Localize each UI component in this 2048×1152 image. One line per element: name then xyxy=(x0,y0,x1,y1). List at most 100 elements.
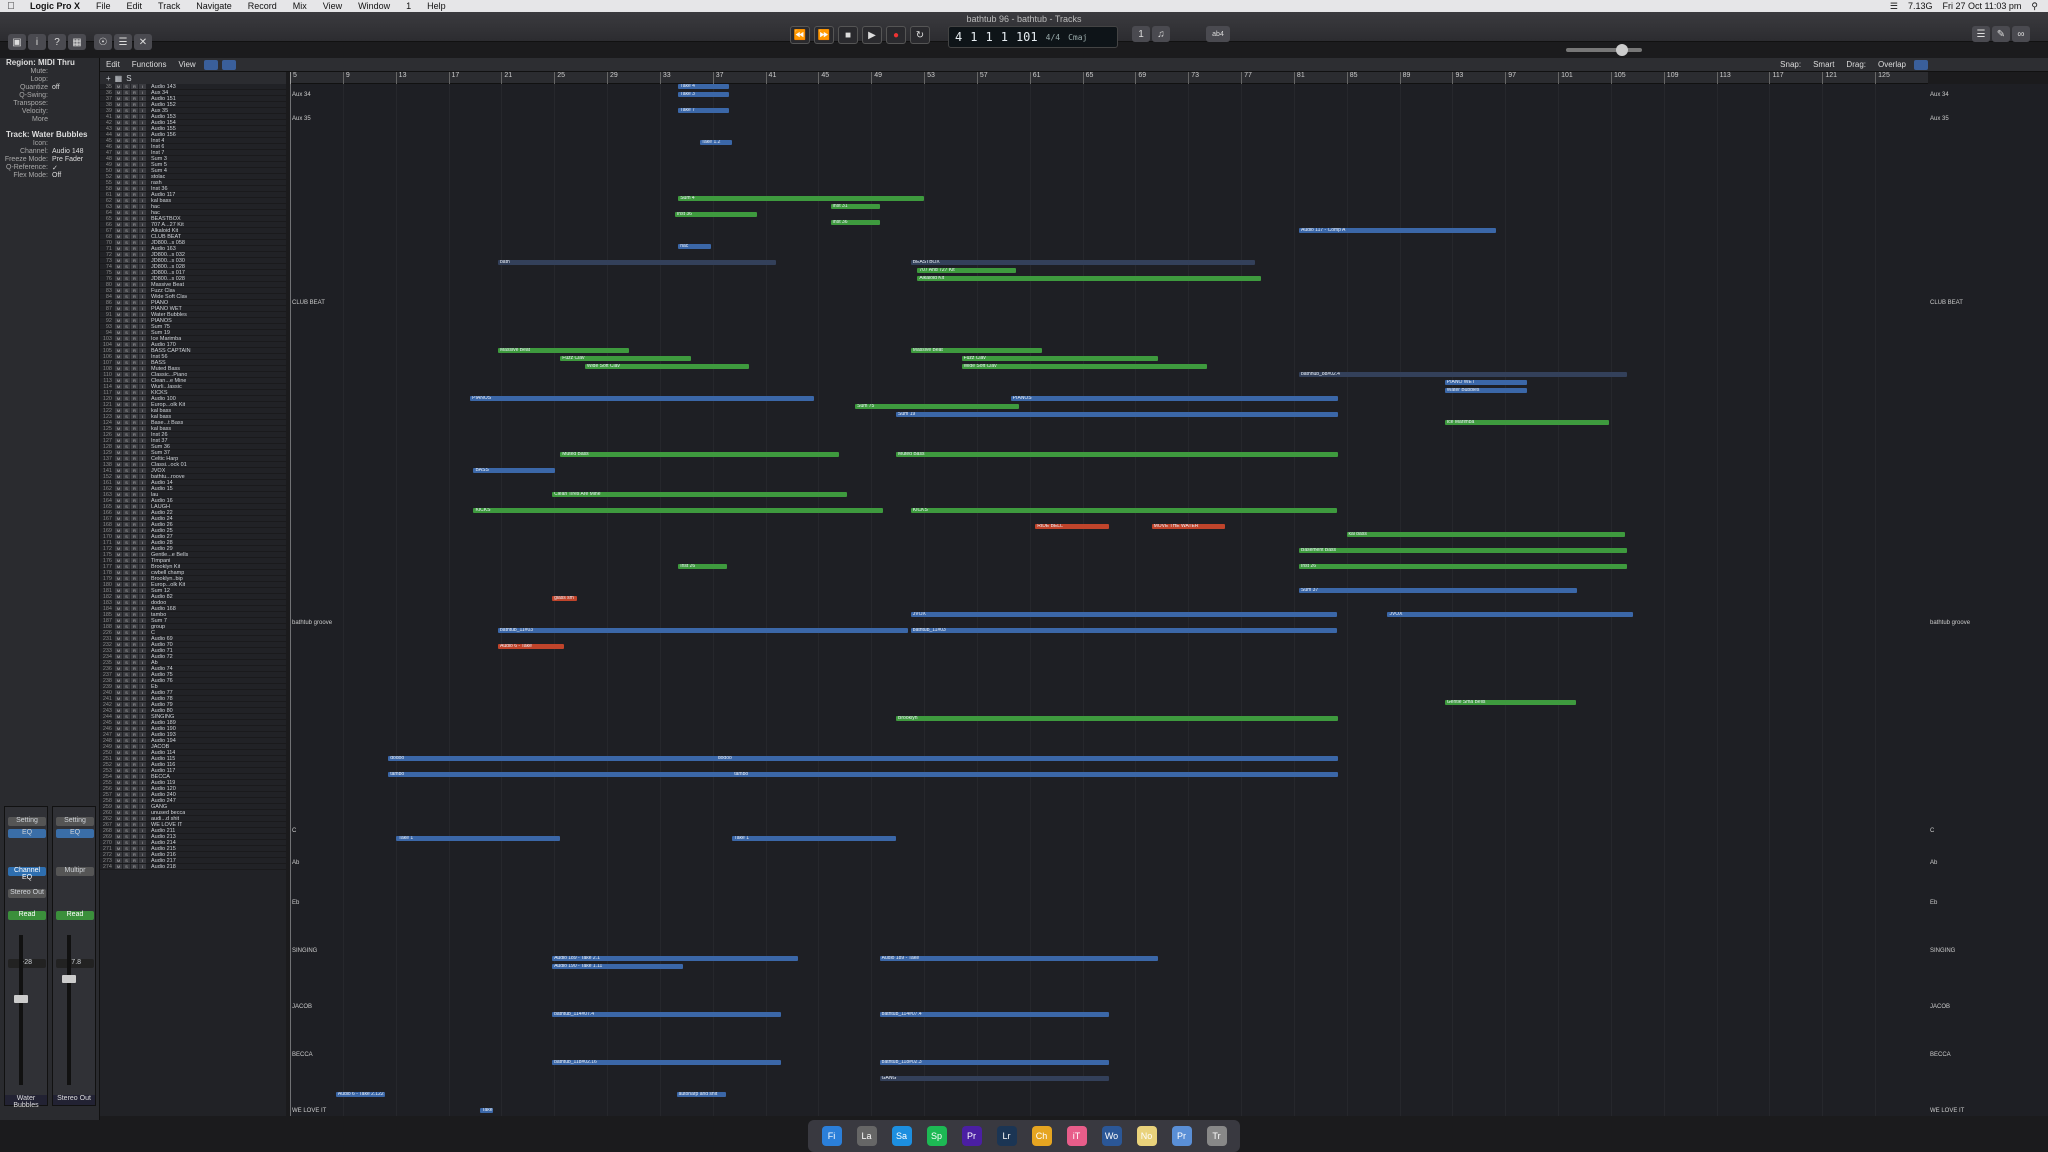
track-header[interactable]: 274 M S R I Audio 218 xyxy=(100,864,286,870)
track-s-button[interactable]: S xyxy=(123,294,130,299)
track-r-button[interactable]: R xyxy=(131,588,138,593)
region[interactable]: Audio 189 - Take 2.1 xyxy=(552,956,798,961)
track-m-button[interactable]: M xyxy=(115,630,122,635)
track-i-button[interactable]: I xyxy=(139,330,146,335)
region[interactable]: Muted Bass xyxy=(560,452,839,457)
zoom-icon[interactable] xyxy=(1914,59,1928,70)
track-m-button[interactable]: M xyxy=(115,588,122,593)
track-m-button[interactable]: M xyxy=(115,150,122,155)
track-s-button[interactable]: S xyxy=(123,144,130,149)
track-m-button[interactable]: M xyxy=(115,144,122,149)
track-i-button[interactable]: I xyxy=(139,834,146,839)
track-m-button[interactable]: M xyxy=(115,708,122,713)
track-s-button[interactable]: S xyxy=(123,282,130,287)
region[interactable]: Inst 26 xyxy=(1299,564,1627,569)
track-s-button[interactable]: S xyxy=(123,774,130,779)
track-s-button[interactable]: S xyxy=(123,444,130,449)
region[interactable]: 707 And 727 Kit xyxy=(917,268,1016,273)
track-s-button[interactable]: S xyxy=(123,660,130,665)
track-r-button[interactable]: R xyxy=(131,666,138,671)
region[interactable]: BEASTBOX xyxy=(910,260,1255,265)
menu-item[interactable]: Window xyxy=(350,1,398,11)
track-r-button[interactable]: R xyxy=(131,390,138,395)
track-r-button[interactable]: R xyxy=(131,834,138,839)
track-r-button[interactable]: R xyxy=(131,858,138,863)
track-s-button[interactable]: S xyxy=(123,438,130,443)
track-r-button[interactable]: R xyxy=(131,252,138,257)
track-i-button[interactable]: I xyxy=(139,510,146,515)
track-r-button[interactable]: R xyxy=(131,336,138,341)
track-i-button[interactable]: I xyxy=(139,438,146,443)
track-i-button[interactable]: I xyxy=(139,144,146,149)
track-m-button[interactable]: M xyxy=(115,684,122,689)
track-i-button[interactable]: I xyxy=(139,264,146,269)
track-m-button[interactable]: M xyxy=(115,114,122,119)
track-m-button[interactable]: M xyxy=(115,420,122,425)
track-m-button[interactable]: M xyxy=(115,744,122,749)
track-r-button[interactable]: R xyxy=(131,408,138,413)
track-i-button[interactable]: I xyxy=(139,156,146,161)
track-r-button[interactable]: R xyxy=(131,396,138,401)
track-m-button[interactable]: M xyxy=(115,594,122,599)
track-s-button[interactable]: S xyxy=(123,690,130,695)
track-i-button[interactable]: I xyxy=(139,762,146,767)
track-r-button[interactable]: R xyxy=(131,456,138,461)
track-s-button[interactable]: S xyxy=(123,426,130,431)
metronome-button[interactable]: ♫ xyxy=(1152,26,1170,42)
track-r-button[interactable]: R xyxy=(131,570,138,575)
catch-icon[interactable] xyxy=(221,59,236,70)
inspector-button[interactable]: i xyxy=(28,34,46,50)
inspector-param[interactable]: Flex Mode: Off xyxy=(0,172,99,180)
track-s-button[interactable]: S xyxy=(123,756,130,761)
track-r-button[interactable]: R xyxy=(131,498,138,503)
track-m-button[interactable]: M xyxy=(115,792,122,797)
track-s-button[interactable]: S xyxy=(123,714,130,719)
track-i-button[interactable]: I xyxy=(139,204,146,209)
track-r-button[interactable]: R xyxy=(131,774,138,779)
track-m-button[interactable]: M xyxy=(115,504,122,509)
track-i-button[interactable]: I xyxy=(139,600,146,605)
track-m-button[interactable]: M xyxy=(115,762,122,767)
track-s-button[interactable]: S xyxy=(123,498,130,503)
track-s-button[interactable]: S xyxy=(123,612,130,617)
track-m-button[interactable]: M xyxy=(115,312,122,317)
track-r-button[interactable]: R xyxy=(131,108,138,113)
track-m-button[interactable]: M xyxy=(115,126,122,131)
track-m-button[interactable]: M xyxy=(115,234,122,239)
track-r-button[interactable]: R xyxy=(131,384,138,389)
track-r-button[interactable]: R xyxy=(131,516,138,521)
track-i-button[interactable]: I xyxy=(139,246,146,251)
track-r-button[interactable]: R xyxy=(131,120,138,125)
track-m-button[interactable]: M xyxy=(115,528,122,533)
track-s-button[interactable]: S xyxy=(123,252,130,257)
track-s-button[interactable]: S xyxy=(123,228,130,233)
track-m-button[interactable]: M xyxy=(115,366,122,371)
track-i-button[interactable]: I xyxy=(139,450,146,455)
track-m-button[interactable]: M xyxy=(115,660,122,665)
track-m-button[interactable]: M xyxy=(115,810,122,815)
track-r-button[interactable]: R xyxy=(131,156,138,161)
dock-app-icon[interactable]: Tr xyxy=(1206,1126,1227,1146)
editors-button[interactable]: ✕ xyxy=(134,34,152,50)
track-r-button[interactable]: R xyxy=(131,150,138,155)
track-i-button[interactable]: I xyxy=(139,840,146,845)
track-m-button[interactable]: M xyxy=(115,270,122,275)
region[interactable]: Inst 36 xyxy=(674,212,757,217)
forward-button[interactable]: ⏩ xyxy=(814,26,834,44)
track-s-button[interactable]: S xyxy=(123,840,130,845)
track-s-button[interactable]: S xyxy=(123,456,130,461)
track-i-button[interactable]: I xyxy=(139,822,146,827)
inspector-param[interactable]: Loop: xyxy=(0,76,99,84)
track-r-button[interactable]: R xyxy=(131,504,138,509)
track-m-button[interactable]: M xyxy=(115,120,122,125)
track-r-button[interactable]: R xyxy=(131,786,138,791)
track-i-button[interactable]: I xyxy=(139,228,146,233)
lcd-display[interactable]: 4 1 1 1 101 4/4 Cmaj xyxy=(948,26,1118,48)
menu-item[interactable]: Mix xyxy=(285,1,315,11)
track-m-button[interactable]: M xyxy=(115,246,122,251)
play-button[interactable]: ▶ xyxy=(862,26,882,44)
track-s-button[interactable]: S xyxy=(123,342,130,347)
track-i-button[interactable]: I xyxy=(139,444,146,449)
track-i-button[interactable]: I xyxy=(139,474,146,479)
track-i-button[interactable]: I xyxy=(139,780,146,785)
